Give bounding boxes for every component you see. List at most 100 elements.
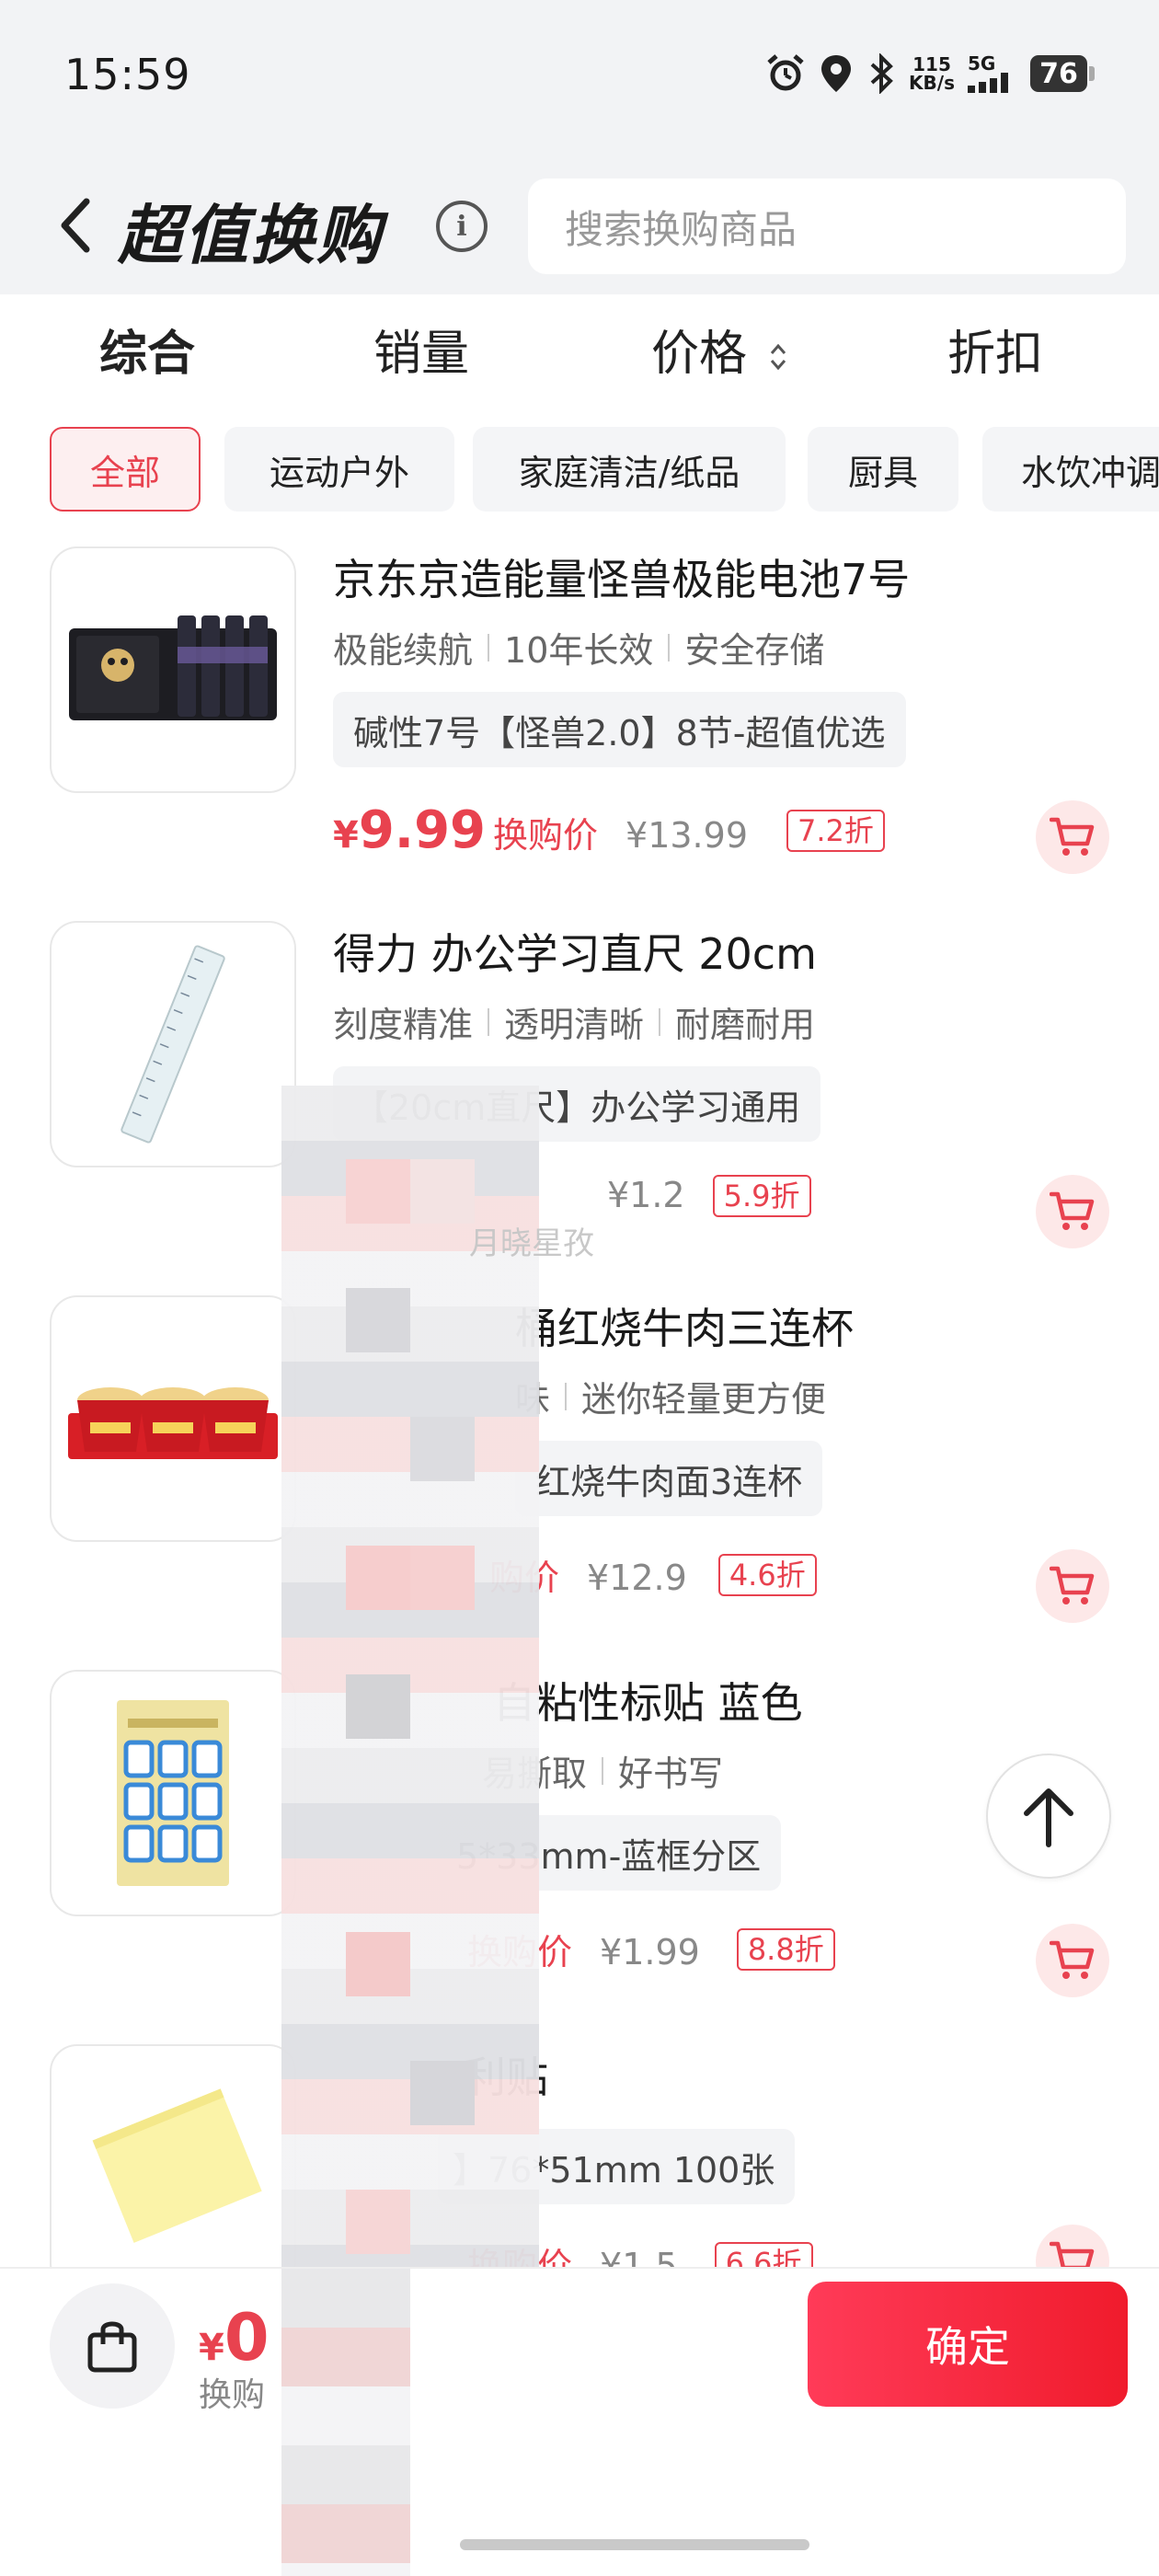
info-icon[interactable]: i <box>436 201 488 252</box>
cart-icon <box>1050 1940 1095 1979</box>
feature-tag: 10年长效 <box>504 630 654 671</box>
price-row: ¥1.2 5.9折 <box>607 1175 811 1217</box>
blur-pixel <box>346 1674 410 1739</box>
search-input[interactable]: 搜索换购商品 <box>528 178 1126 274</box>
alarm-icon <box>765 53 806 94</box>
sort-tab-price-label: 价格 <box>651 327 748 382</box>
discount-badge: 5.9折 <box>712 1175 811 1217</box>
feature-tag: 安全存储 <box>684 630 825 671</box>
price-row: ¥9.99 换购价 ¥13.99 7.2折 <box>333 800 885 860</box>
sort-tab-price[interactable]: 价格 <box>651 315 788 384</box>
exchange-price-label: 换购价 <box>493 815 599 856</box>
sort-arrows-icon <box>770 343 786 371</box>
sort-tab-comprehensive[interactable]: 综合 <box>99 315 195 384</box>
shopping-bag-icon <box>87 2321 137 2373</box>
discount-badge: 8.8折 <box>736 1927 835 1971</box>
back-button[interactable] <box>48 193 103 258</box>
shopping-bag-button[interactable] <box>50 2283 175 2409</box>
product-name[interactable]: 得力 办公学习直尺 20cm <box>333 921 817 982</box>
original-price: ¥13.99 <box>625 815 748 856</box>
sort-tab-sales[interactable]: 销量 <box>373 315 469 384</box>
product-name[interactable]: 京东京造能量怪兽极能电池7号 <box>333 546 910 607</box>
blur-pixel <box>346 1288 410 1352</box>
net-speed-value: 115 <box>912 53 951 75</box>
exchange-price: ¥9.99 <box>333 800 487 860</box>
product-item[interactable]: 自粘性标贴 蓝色 易撕取 好书写 5*33mm-蓝框分区 换购价 ¥1.99 8… <box>0 1670 1159 2042</box>
blur-pixel <box>346 1546 410 1610</box>
bluetooth-icon <box>866 53 896 94</box>
watermark: 月晓星孜 <box>469 1225 594 1262</box>
product-spec[interactable]: 碱性7号【怪兽2.0】8节-超值优选 <box>333 692 906 767</box>
blur-pixel <box>346 1932 410 1996</box>
category-chip-cleaning[interactable]: 家庭清洁/纸品 <box>473 427 786 512</box>
blur-pixel <box>410 1546 475 1610</box>
battery-icon: 76 <box>1030 55 1095 92</box>
product-features: 极能续航 10年长效 安全存储 <box>333 622 824 673</box>
battery-level: 76 <box>1030 55 1087 92</box>
blur-pixel <box>410 1417 475 1481</box>
status-icons: 115 KB/s 5G 76 <box>765 53 1095 94</box>
product-name[interactable]: 自粘性标贴 蓝色 <box>493 1670 803 1731</box>
feature-tag: 刻度精准 <box>333 1005 474 1045</box>
feature-tag: 透明清晰 <box>504 1005 645 1045</box>
back-arrow-icon <box>61 198 90 253</box>
product-features: 味 迷你轻量更方便 <box>515 1371 826 1421</box>
add-to-cart-button[interactable] <box>1036 1175 1109 1248</box>
sort-tab-discount[interactable]: 折扣 <box>947 315 1043 384</box>
blur-pixel <box>410 2061 475 2125</box>
feature-tag: 极能续航 <box>333 630 474 671</box>
product-name[interactable]: 桶红烧牛肉三连杯 <box>515 1295 854 1356</box>
blur-pixel <box>346 2190 410 2254</box>
status-bar: 15:59 115 KB/s 5G 76 <box>0 0 1159 156</box>
category-chip-drinks[interactable]: 水饮冲调 <box>982 427 1159 512</box>
network-type: 5G <box>968 52 996 75</box>
scroll-to-top-button[interactable] <box>986 1754 1111 1879</box>
product-item[interactable]: 京东京造能量怪兽极能电池7号 极能续航 10年长效 安全存储 碱性7号【怪兽2.… <box>0 546 1159 919</box>
confirm-button[interactable]: 确定 <box>808 2282 1128 2407</box>
original-price: ¥1.99 <box>600 1932 700 1972</box>
cart-icon <box>1050 1191 1095 1230</box>
cart-icon <box>1050 817 1095 856</box>
blur-pixel <box>410 1159 475 1224</box>
feature-tag: 迷你轻量更方便 <box>581 1379 827 1420</box>
arrow-up-icon <box>1024 1788 1073 1847</box>
location-icon <box>819 53 854 94</box>
product-image-noodles[interactable] <box>50 1295 296 1542</box>
feature-tag: 好书写 <box>618 1754 724 1794</box>
header: 超值换购 i 搜索换购商品 <box>0 156 1159 294</box>
feature-tag: 耐磨耐用 <box>675 1005 816 1045</box>
category-chip-sports[interactable]: 运动户外 <box>224 427 454 512</box>
product-image-ruler[interactable] <box>50 921 296 1167</box>
product-image-sticky-notes[interactable] <box>50 2044 296 2291</box>
product-spec[interactable]: 红烧牛肉面3连杯 <box>515 1441 823 1516</box>
blur-pixel <box>346 1159 410 1224</box>
status-time: 15:59 <box>64 50 191 99</box>
original-price: ¥1.2 <box>607 1175 685 1215</box>
signal-indicator: 5G <box>968 54 1017 93</box>
add-to-cart-button[interactable] <box>1036 1924 1109 1997</box>
product-item[interactable]: 桶红烧牛肉三连杯 味 迷你轻量更方便 红烧牛肉面3连杯 购价 ¥12.9 4.6… <box>0 1295 1159 1668</box>
total-label: 换购 <box>199 2376 266 2414</box>
search-placeholder: 搜索换购商品 <box>565 206 798 252</box>
category-chip-all[interactable]: 全部 <box>50 427 201 512</box>
home-indicator[interactable] <box>460 2539 809 2550</box>
category-chip-cookware[interactable]: 厨具 <box>808 427 958 512</box>
original-price: ¥12.9 <box>587 1558 687 1598</box>
blur-pixel <box>281 2269 410 2576</box>
add-to-cart-button[interactable] <box>1036 800 1109 874</box>
signal-icon <box>968 73 1008 93</box>
bottom-bar: ¥0 换购 确定 <box>0 2267 1159 2576</box>
net-speed: 115 KB/s <box>909 55 955 92</box>
product-image-battery[interactable] <box>50 546 296 793</box>
add-to-cart-button[interactable] <box>1036 1549 1109 1623</box>
category-bar: 全部 运动户外 家庭清洁/纸品 厨具 水饮冲调 <box>0 423 1159 515</box>
discount-badge: 7.2折 <box>786 809 885 852</box>
cart-icon <box>1050 1566 1095 1604</box>
product-image-labels[interactable] <box>50 1670 296 1916</box>
sort-bar: 综合 销量 价格 折扣 <box>0 294 1159 405</box>
discount-badge: 4.6折 <box>717 1553 817 1596</box>
net-speed-unit: KB/s <box>909 72 955 94</box>
product-features: 刻度精准 透明清晰 耐磨耐用 <box>333 996 815 1047</box>
total-price: ¥0 <box>199 2300 270 2375</box>
page-title: 超值换购 <box>118 198 383 273</box>
